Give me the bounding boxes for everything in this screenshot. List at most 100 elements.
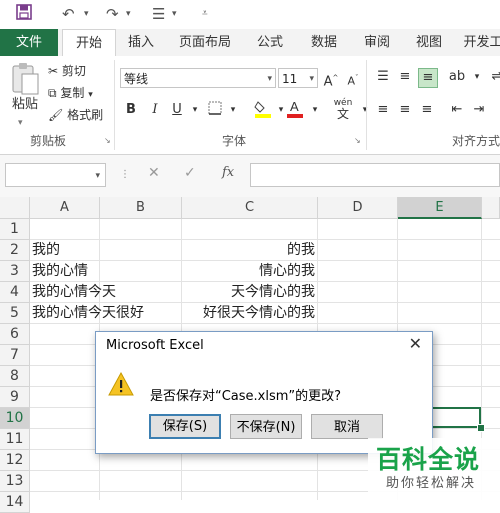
row-header[interactable]: 1 [0, 219, 30, 240]
cut-label: 剪切 [61, 64, 86, 78]
cancel-icon[interactable]: ✕ [148, 165, 160, 181]
chevron-down-icon[interactable]: ▾ [468, 68, 486, 86]
chevron-down-icon[interactable]: ▾ [172, 4, 177, 24]
chevron-down-icon[interactable]: ▾ [186, 101, 204, 119]
align-left-icon[interactable]: ≡ [374, 101, 392, 119]
align-right-icon[interactable]: ≡ [418, 101, 436, 119]
row-header[interactable]: 5 [0, 303, 30, 324]
list-icon[interactable]: ☰ [152, 4, 165, 24]
tab-review[interactable]: 审阅 [356, 29, 398, 56]
align-top-icon[interactable]: ☰ [374, 68, 392, 86]
tab-file[interactable]: 文件 [0, 29, 58, 56]
cell-c2[interactable]: 的我 [182, 240, 315, 261]
more-options-icon[interactable]: ⋮ [120, 169, 130, 180]
formula-bar-area: ▾ ⋮ ✕ ✓ fx [0, 155, 500, 197]
row-header[interactable]: 11 [0, 429, 30, 450]
tab-home[interactable]: 开始 [62, 29, 116, 58]
font-name-select[interactable]: 等线 ▾ [120, 68, 276, 88]
cancel-button[interactable]: 取消 [311, 414, 383, 439]
dialog-launcher-icon[interactable]: ↘ [104, 136, 111, 145]
column-header-b[interactable]: B [100, 197, 182, 219]
chevron-down-icon[interactable]: ▾ [126, 4, 131, 24]
tab-developer[interactable]: 开发工 [458, 29, 500, 56]
undo-icon[interactable]: ↶ [62, 4, 75, 24]
fill-color-icon[interactable] [254, 98, 272, 118]
row-header[interactable]: 7 [0, 345, 30, 366]
cell-c4[interactable]: 天今情心的我 [182, 282, 315, 303]
cell-c3[interactable]: 情心的我 [182, 261, 315, 282]
align-middle-icon[interactable]: ≡ [396, 68, 414, 86]
cell-a3[interactable]: 我的心情 [32, 261, 88, 282]
tab-page-layout[interactable]: 页面布局 [172, 29, 238, 56]
increase-indent-icon[interactable]: ⇥ [470, 101, 488, 119]
cell-a5[interactable]: 我的心情今天很好 [32, 303, 144, 324]
borders-icon[interactable] [206, 101, 224, 119]
customize-qat-icon[interactable]: ⩡ [202, 4, 208, 24]
dont-save-button[interactable]: 不保存(N) [230, 414, 302, 439]
formula-input[interactable] [250, 163, 500, 187]
chevron-down-icon[interactable]: ▾ [356, 101, 374, 119]
column-header-a[interactable]: A [30, 197, 100, 219]
column-header-e[interactable]: E [398, 197, 482, 219]
decrease-indent-icon[interactable]: ⇤ [448, 101, 466, 119]
tab-formulas[interactable]: 公式 [248, 29, 292, 56]
tab-insert[interactable]: 插入 [120, 29, 162, 56]
chevron-down-icon[interactable]: ▾ [84, 4, 89, 24]
increase-font-icon[interactable]: A^ [322, 69, 340, 89]
row-header[interactable]: 2 [0, 240, 30, 261]
group-divider [366, 60, 367, 150]
column-header-c[interactable]: C [182, 197, 318, 219]
chevron-down-icon[interactable]: ▾ [18, 114, 23, 132]
svg-text:A: A [290, 99, 299, 114]
underline-button[interactable]: U [168, 101, 186, 119]
dialog-launcher-icon[interactable]: ↘ [354, 136, 361, 145]
cut-button[interactable]: ✂ 剪切 [48, 62, 86, 80]
group-divider [114, 60, 115, 150]
redo-icon[interactable]: ↷ [106, 4, 119, 24]
italic-button[interactable]: I [146, 101, 164, 119]
row-header[interactable]: 12 [0, 450, 30, 471]
format-painter-button[interactable]: 🖌 格式刷 [48, 106, 103, 124]
wrap-text-icon[interactable]: ⇌ [488, 68, 500, 86]
copy-button[interactable]: ⧉ 复制 ▾ [48, 84, 93, 104]
row-header[interactable]: 8 [0, 366, 30, 387]
save-icon[interactable] [16, 4, 32, 24]
brush-icon: 🖌 [48, 108, 64, 122]
column-header-extra[interactable] [482, 197, 500, 219]
cell-c5[interactable]: 好很天今情心的我 [182, 303, 315, 324]
enter-icon[interactable]: ✓ [184, 165, 196, 181]
orientation-icon[interactable]: ab [448, 68, 466, 86]
cell-a2[interactable]: 我的 [32, 240, 60, 261]
insert-function-button[interactable]: fx [222, 165, 234, 180]
tab-view[interactable]: 视图 [408, 29, 450, 56]
name-box[interactable]: ▾ [5, 163, 106, 187]
chevron-down-icon[interactable]: ▾ [306, 101, 324, 119]
phonetic-bottom: 文 [336, 107, 349, 121]
row-header[interactable]: 9 [0, 387, 30, 408]
close-icon[interactable]: ✕ [409, 334, 422, 353]
save-button[interactable]: 保存(S) [149, 414, 221, 439]
warning-icon [108, 371, 134, 396]
row-header[interactable]: 14 [0, 492, 30, 513]
row-header[interactable]: 3 [0, 261, 30, 282]
align-center-icon[interactable]: ≡ [396, 101, 414, 119]
row-header[interactable]: 4 [0, 282, 30, 303]
phonetic-guide-button[interactable]: wén 文 [330, 98, 356, 122]
chevron-down-icon[interactable]: ▾ [224, 101, 242, 119]
ribbon: 粘贴 ▾ ✂ 剪切 ⧉ 复制 ▾ 🖌 格式刷 剪贴板 ↘ 等线 ▾ 11 ▾ A… [0, 56, 500, 155]
paste-button[interactable]: 粘贴 [12, 96, 38, 114]
select-all-corner[interactable] [0, 197, 30, 219]
column-header-d[interactable]: D [318, 197, 398, 219]
row-header[interactable]: 13 [0, 471, 30, 492]
align-bottom-icon[interactable]: ≡ [418, 68, 438, 88]
cell-a4[interactable]: 我的心情今天 [32, 282, 116, 303]
row-header[interactable]: 6 [0, 324, 30, 345]
font-size-select[interactable]: 11 ▾ [278, 68, 318, 88]
decrease-font-icon[interactable]: Aˇ [344, 69, 362, 88]
fill-handle[interactable] [477, 424, 485, 432]
font-color-icon[interactable]: A [286, 98, 304, 118]
paste-icon[interactable] [10, 62, 40, 96]
bold-button[interactable]: B [122, 101, 140, 119]
row-header[interactable]: 10 [0, 408, 30, 429]
tab-data[interactable]: 数据 [302, 29, 346, 56]
